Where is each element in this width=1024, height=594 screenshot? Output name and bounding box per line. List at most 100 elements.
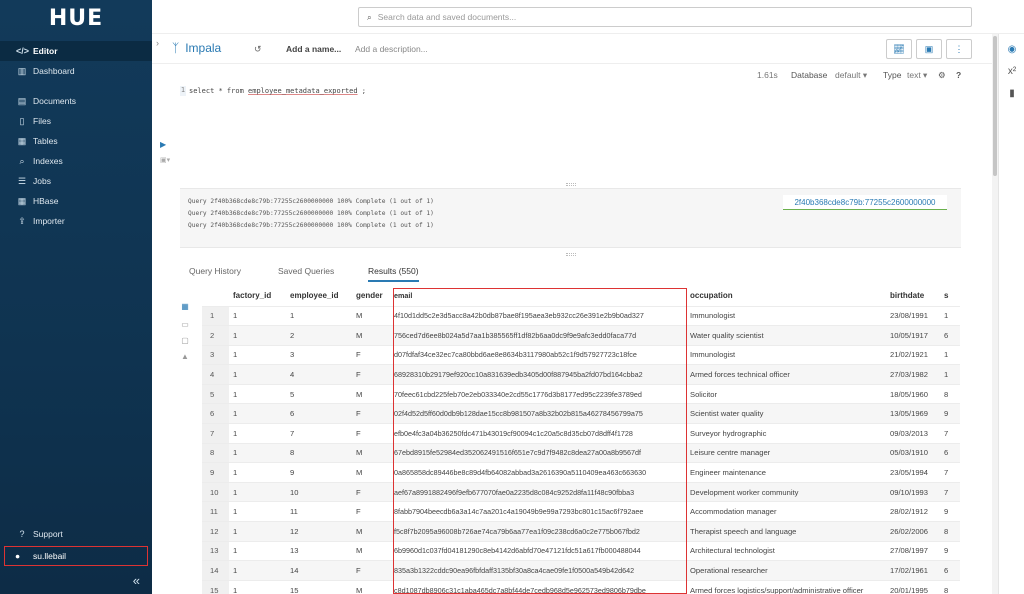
table-row[interactable]: 11 1 11 F 8fabb7904beecdb6a3a14c7aa201c4a190… (202, 501, 960, 522)
table-row[interactable]: 8 1 8 M 67ebd8915fe52984ed352062491516f651e7… (202, 442, 960, 463)
query-meta-row: 1.61s Database default ▾ Type text ▾ ⚙ ? (152, 68, 992, 84)
functions-icon[interactable]: x² (999, 60, 1024, 82)
snippet-options-icon[interactable]: ▣▾ (160, 156, 170, 164)
sidebar-item-dashboard[interactable]: ▥ Dashboard (0, 61, 152, 81)
more-button[interactable]: ⋮ (946, 39, 972, 59)
execute-button[interactable]: ▶ (160, 140, 166, 149)
sidebar-item-label: Dashboard (33, 66, 75, 76)
resize-handle[interactable] (566, 253, 576, 256)
type-label: Type (883, 70, 902, 80)
table-cell: 6b9960d1c037fd04181290c8eb4142d6abfd70e4… (390, 540, 686, 561)
save-button[interactable]: ▣ (916, 39, 942, 59)
table-cell: 02f4d52d5ff60d0db9b128dae15cc8b981507a8b… (390, 403, 686, 424)
sidebar-item-tables[interactable]: ▦ Tables (0, 131, 152, 151)
history-icon[interactable]: ↺ (254, 44, 262, 55)
grid-view-icon[interactable]: ▦ (180, 302, 190, 312)
resize-handle[interactable] (566, 183, 576, 186)
sidebar-item-documents[interactable]: ▤ Documents (0, 91, 152, 111)
book-icon[interactable]: ▮ (999, 82, 1024, 104)
tab-saved-queries[interactable]: Saved Queries (278, 266, 334, 276)
table-cell: 6 (286, 403, 352, 424)
sidebar-item-label: HBase (33, 196, 59, 206)
table-cell: M (352, 579, 390, 594)
sidebar-item-jobs[interactable]: ☰ Jobs (0, 171, 152, 191)
search-input[interactable]: ⌕ Search data and saved documents... (358, 7, 972, 27)
sidebar-item-importer[interactable]: ⇪ Importer (0, 211, 152, 231)
table-cell: 5 (286, 383, 352, 404)
column-header[interactable]: occupation (686, 285, 886, 306)
row-number: 2 (202, 325, 229, 346)
column-header[interactable]: employee_id (286, 285, 352, 306)
sidebar-item-files[interactable]: ▯ Files (0, 111, 152, 131)
chart-view-icon[interactable]: ▭ (180, 320, 190, 330)
search-icon: ⌕ (367, 11, 372, 22)
columns-icon[interactable]: ▢ (180, 336, 190, 346)
table-row[interactable]: 5 1 5 M 70feec61cbd225feb70e2eb033340e2cd55c… (202, 383, 960, 404)
editor-header: › ᛉ Impala ↺ Add a name... Add a descript… (152, 34, 992, 64)
chart-button[interactable]: 📈︎ (886, 39, 912, 59)
table-row[interactable]: 1 1 1 M 4f10d1dd5c2e3d5acc8a42b0db87bae8f195… (202, 305, 960, 326)
download-icon[interactable]: ▲ (180, 352, 190, 362)
play-icon: ▶ (160, 140, 167, 149)
table-row[interactable]: 13 1 13 M 6b9960d1c037fd04181290c8eb4142d6ab… (202, 540, 960, 561)
code-editor[interactable]: 1 select * from employee_metadata_export… (180, 84, 960, 174)
table-row[interactable]: 6 1 6 F 02f4d52d5ff60d0db9b128dae15cc8b98150… (202, 403, 960, 424)
query-id-link[interactable]: 2f40b368cde8c79b:77255c2600000000 (783, 195, 947, 210)
row-number: 14 (202, 560, 229, 581)
table-cell: 1 (229, 579, 286, 594)
sidebar-item-indexes[interactable]: ⌕ Indexes (0, 151, 152, 171)
table-row[interactable]: 2 1 2 M 756ced7d6ee8b024a5d7aa1b385565ff1df8… (202, 325, 960, 346)
column-header[interactable]: birthdate (886, 285, 940, 306)
collapse-sidebar-button[interactable]: « (0, 566, 152, 594)
table-cell: 6 (940, 442, 960, 463)
sidebar-item-support[interactable]: ? Support (0, 524, 152, 544)
table-cell: 1 (229, 560, 286, 581)
files-icon: ▯ (19, 115, 25, 126)
scrollbar-thumb[interactable] (993, 36, 997, 176)
table-row[interactable]: 3 1 3 Fd07fdfaf34ce32ec7ca80bbd6ae8e8634b31… (202, 344, 960, 365)
table-cell: 1 (229, 540, 286, 561)
sidebar-item-hbase[interactable]: ▦ HBase (0, 191, 152, 211)
table-cell: 27/03/1982 (886, 364, 940, 385)
sidebar-item-label: Documents (33, 96, 76, 106)
user-menu[interactable]: ● su.llebail (4, 546, 148, 566)
table-cell: M (352, 462, 390, 483)
hue-logo[interactable]: HUE (0, 0, 152, 36)
sidebar-item-editor[interactable]: </> Editor (0, 41, 152, 61)
sidebar-item-label: Support (33, 529, 63, 539)
table-cell: Armed forces technical officer (686, 364, 886, 385)
type-select[interactable]: text ▾ (907, 70, 927, 81)
help-icon[interactable]: ? (956, 70, 961, 80)
table-row[interactable]: 15 1 15 Mc8d1087db8906c31c1aba465dc7a8bf44d… (202, 579, 960, 594)
column-header[interactable]: email (390, 285, 686, 306)
table-row[interactable]: 4 1 4 F 68928310b29179ef920cc10a831639edb340… (202, 364, 960, 385)
table-row[interactable]: 7 1 7 Fefb0e4fc3a04b36250fdc471b43019cf9009… (202, 423, 960, 444)
table-cell: Water quality scientist (686, 325, 886, 346)
query-description-field[interactable]: Add a description... (355, 44, 428, 54)
table-cell: Accommodation manager (686, 501, 886, 522)
table-row[interactable]: 9 1 9 M 0a865858dc89446be8c89d4fb64082abbad3… (202, 462, 960, 483)
impala-icon: ᛉ (172, 41, 180, 55)
table-cell: 1 (229, 305, 286, 326)
table-row[interactable]: 14 1 14 F 835a3b1322cddc90ea96fbfdaff3135bf3… (202, 560, 960, 581)
table-row[interactable]: 10 1 10 Faef67a8991882496f9efb677070fae0a22… (202, 481, 960, 502)
row-number: 8 (202, 442, 229, 463)
column-header[interactable]: gender (352, 285, 390, 306)
column-header[interactable]: s (940, 285, 960, 306)
tab-query-history[interactable]: Query History (189, 266, 241, 276)
assist-compass-icon[interactable]: ◉ (999, 38, 1024, 60)
table-cell: c8d1087db8906c31c1aba465dc7a8bf44de7cedb… (390, 579, 686, 594)
column-header[interactable]: factory_id (229, 285, 286, 306)
editor-type[interactable]: ᛉ Impala (172, 41, 221, 55)
tab-results[interactable]: Results (550) (368, 266, 419, 282)
query-name-field[interactable]: Add a name... (286, 44, 341, 54)
table-cell: 6 (940, 325, 960, 346)
table-cell: F (352, 423, 390, 444)
gear-icon[interactable]: ⚙ (938, 70, 946, 81)
query-log: Query 2f40b368cde8c79b:77255c2600000000 … (180, 188, 961, 248)
table-cell: 9 (940, 403, 960, 424)
logo-text: HUE (48, 5, 104, 31)
table-row[interactable]: 12 1 12 Mf5c8f7b2095a96008b726ae74ca79b6aa7… (202, 521, 960, 542)
database-select[interactable]: default ▾ (835, 70, 867, 81)
chevron-right-icon[interactable]: › (156, 38, 159, 48)
